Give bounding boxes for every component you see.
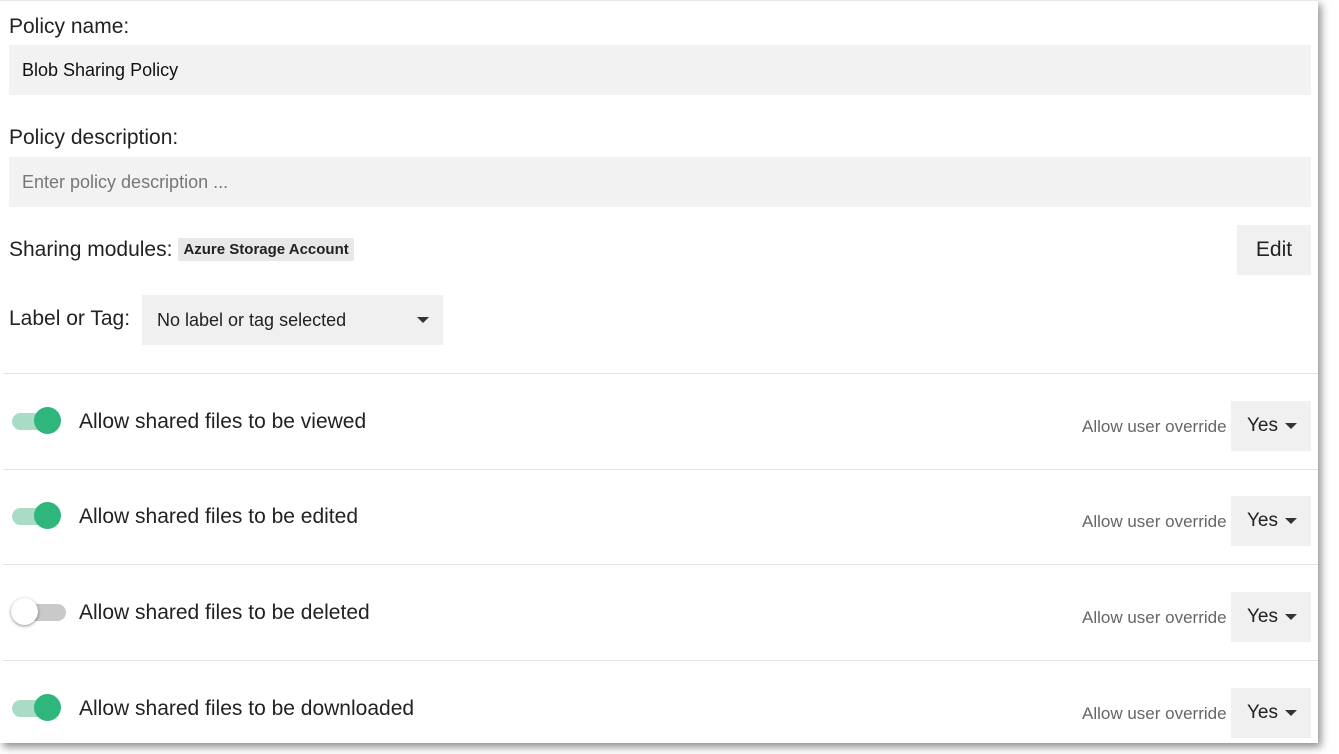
chevron-down-icon	[417, 317, 429, 323]
allow-user-override-label: Allow user override	[1082, 608, 1227, 627]
policy-name-input[interactable]: Blob Sharing Policy	[9, 45, 1311, 95]
permission-label: Allow shared files to be downloaded	[79, 697, 415, 720]
sharing-modules-row: Sharing modules: Azure Storage Account	[9, 237, 354, 262]
sharing-module-chip: Azure Storage Account	[178, 237, 354, 261]
label-or-tag-selected-value: No label or tag selected	[157, 309, 347, 330]
user-override-value: Yes	[1247, 606, 1278, 627]
allow-user-override-label: Allow user override	[1082, 512, 1227, 531]
permission-toggle[interactable]	[11, 407, 63, 435]
edit-button[interactable]: Edit	[1237, 225, 1311, 275]
user-override-value: Yes	[1247, 702, 1278, 723]
policy-name-label: Policy name:	[9, 15, 130, 38]
permission-toggle[interactable]	[11, 502, 63, 530]
policy-description-input[interactable]: Enter policy description ...	[9, 157, 1311, 207]
permission-row: Allow shared files to be viewed Allow use…	[0, 374, 1318, 470]
user-override-value: Yes	[1247, 510, 1278, 531]
toggle-knob	[11, 598, 38, 625]
permission-label: Allow shared files to be viewed	[79, 410, 367, 433]
user-override-select[interactable]: Yes	[1231, 401, 1311, 451]
chevron-down-icon	[1285, 423, 1297, 429]
label-or-tag-select[interactable]: No label or tag selected	[142, 295, 443, 345]
toggle-knob	[34, 502, 61, 529]
chevron-down-icon	[1285, 614, 1297, 620]
permission-toggle[interactable]	[11, 694, 63, 722]
toggle-knob	[34, 694, 61, 721]
user-override-select[interactable]: Yes	[1231, 688, 1311, 738]
policy-panel: Policy name: Blob Sharing Policy Policy …	[0, 0, 1318, 743]
user-override-select[interactable]: Yes	[1231, 592, 1311, 642]
allow-user-override-label: Allow user override	[1082, 704, 1227, 723]
permission-row: Allow shared files to be downloaded Allow…	[0, 661, 1318, 743]
permission-row: Allow shared files to be deleted Allow us…	[0, 565, 1318, 661]
chevron-down-icon	[1285, 710, 1297, 716]
chevron-down-icon	[1285, 518, 1297, 524]
permission-toggle[interactable]	[11, 598, 66, 626]
permission-row: Allow shared files to be edited Allow use…	[0, 469, 1318, 565]
user-override-value: Yes	[1247, 415, 1278, 436]
user-override-select[interactable]: Yes	[1231, 496, 1311, 546]
toggle-knob	[34, 407, 61, 434]
sharing-modules-label: Sharing modules:	[9, 238, 173, 261]
label-or-tag-label: Label or Tag:	[9, 307, 131, 330]
permission-label: Allow shared files to be edited	[79, 505, 358, 528]
policy-description-label: Policy description:	[9, 126, 179, 149]
allow-user-override-label: Allow user override	[1082, 417, 1227, 436]
permission-label: Allow shared files to be deleted	[79, 601, 370, 624]
